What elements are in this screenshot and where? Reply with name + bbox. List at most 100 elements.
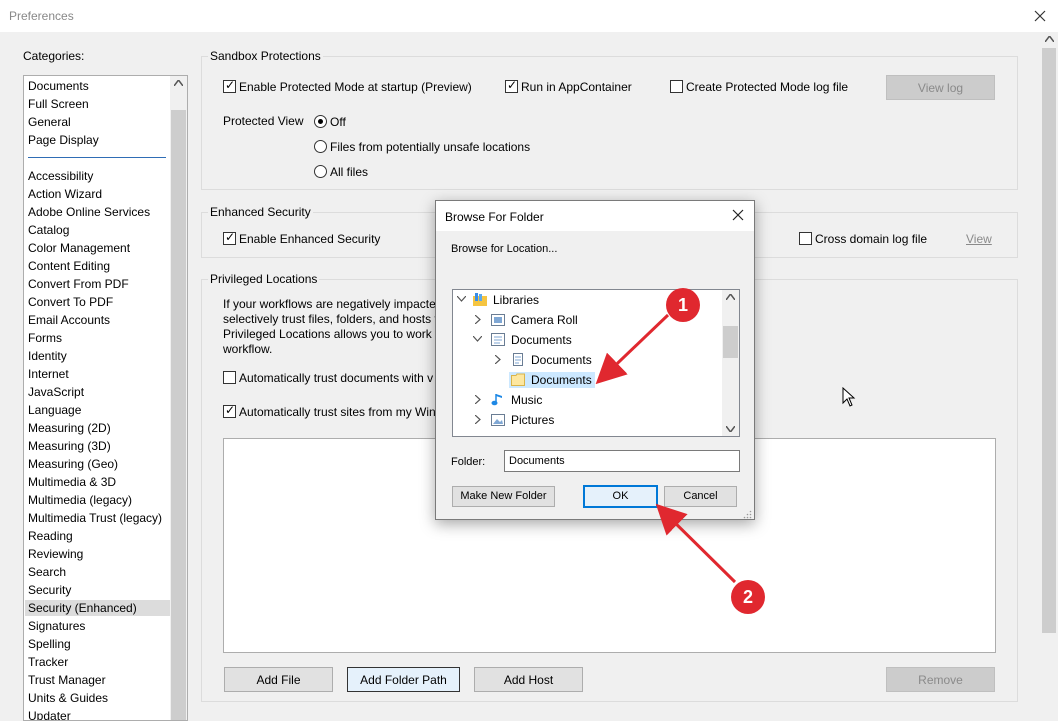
auto-trust-docs-checkbox[interactable]	[223, 371, 236, 384]
category-item[interactable]: General	[28, 114, 71, 130]
category-item[interactable]: Updater	[28, 708, 71, 720]
tree-item-libraries[interactable]: Libraries	[493, 292, 539, 308]
category-item[interactable]: Units & Guides	[28, 690, 108, 706]
chevron-right-icon[interactable]	[495, 355, 501, 364]
category-item[interactable]: Documents	[28, 78, 89, 94]
category-item[interactable]: Color Management	[28, 240, 130, 256]
categories-list[interactable]: Documents Full Screen General Page Displ…	[23, 75, 188, 721]
category-item[interactable]: Multimedia (legacy)	[28, 492, 132, 508]
category-item[interactable]: Reading	[28, 528, 73, 544]
tree-scroll-thumb[interactable]	[723, 326, 738, 358]
tree-item-camera-roll[interactable]: Camera Roll	[511, 312, 578, 328]
protected-mode-label: Enable Protected Mode at startup (Previe…	[239, 80, 472, 94]
category-item[interactable]: Spelling	[28, 636, 71, 652]
category-item[interactable]: Internet	[28, 366, 69, 382]
category-item[interactable]: Catalog	[28, 222, 69, 238]
make-new-folder-button[interactable]: Make New Folder	[452, 486, 555, 507]
pv-off-label: Off	[330, 115, 346, 129]
pv-all-label: All files	[330, 165, 369, 179]
dialog-title: Browse For Folder	[445, 210, 544, 224]
category-item[interactable]: Measuring (2D)	[28, 420, 111, 436]
category-item[interactable]: Security (Enhanced)	[25, 600, 171, 616]
add-host-button[interactable]: Add Host	[474, 667, 583, 692]
folder-input[interactable]	[504, 450, 740, 472]
pv-all-radio[interactable]	[314, 165, 327, 178]
category-item[interactable]: Accessibility	[28, 168, 93, 184]
pv-off-radio[interactable]	[314, 115, 327, 128]
category-item[interactable]: Adobe Online Services	[28, 204, 150, 220]
chevron-right-icon[interactable]	[475, 415, 481, 424]
privileged-description: If your workflows are negatively impacte…	[223, 297, 441, 357]
camera-roll-icon	[491, 314, 505, 326]
cross-domain-checkbox[interactable]	[799, 232, 812, 245]
categories-scroll-thumb[interactable]	[171, 110, 186, 720]
remove-button[interactable]: Remove	[886, 667, 995, 692]
cancel-button[interactable]: Cancel	[664, 486, 737, 507]
main-scroll-thumb[interactable]	[1042, 48, 1056, 633]
category-item[interactable]: Multimedia & 3D	[28, 474, 116, 490]
create-log-checkbox[interactable]	[670, 80, 683, 93]
callout-badge-2: 2	[731, 580, 765, 614]
tree-item-documents-sub[interactable]: Documents	[531, 352, 592, 368]
view-link[interactable]: View	[966, 232, 992, 246]
scroll-up-icon[interactable]	[726, 294, 735, 300]
sandbox-title: Sandbox Protections	[208, 49, 323, 63]
resize-grip-icon[interactable]	[743, 510, 752, 519]
tree-scrollbar[interactable]	[722, 290, 739, 436]
category-item[interactable]: Action Wizard	[28, 186, 102, 202]
appcontainer-checkbox[interactable]	[505, 78, 518, 93]
category-item[interactable]: Page Display	[28, 132, 99, 148]
category-item[interactable]: Measuring (3D)	[28, 438, 111, 454]
pv-unsafe-radio[interactable]	[314, 140, 327, 153]
category-item[interactable]: Security	[28, 582, 71, 598]
tree-item-documents[interactable]: Documents	[511, 332, 572, 348]
category-item[interactable]: Tracker	[28, 654, 68, 670]
enhanced-security-checkbox[interactable]	[223, 230, 236, 245]
description-line: workflow.	[223, 342, 273, 356]
category-item[interactable]: Content Editing	[28, 258, 110, 274]
privileged-title: Privileged Locations	[208, 272, 320, 286]
enhanced-security-label: Enable Enhanced Security	[239, 232, 381, 246]
protected-mode-checkbox[interactable]	[223, 78, 236, 93]
category-item[interactable]: Full Screen	[28, 96, 89, 112]
category-item[interactable]: Signatures	[28, 618, 85, 634]
category-item[interactable]: Trust Manager	[28, 672, 106, 688]
category-item[interactable]: Email Accounts	[28, 312, 110, 328]
scroll-down-icon[interactable]	[726, 426, 735, 432]
tree-item-pictures[interactable]: Pictures	[511, 412, 554, 428]
category-item[interactable]: Multimedia Trust (legacy)	[28, 510, 162, 526]
category-item[interactable]: Identity	[28, 348, 67, 364]
add-folder-path-button[interactable]: Add Folder Path	[347, 667, 460, 692]
category-item[interactable]: JavaScript	[28, 384, 84, 400]
auto-trust-sites-checkbox[interactable]	[223, 403, 236, 418]
scroll-up-icon[interactable]	[1045, 36, 1054, 42]
close-icon[interactable]	[1030, 6, 1050, 26]
chevron-right-icon[interactable]	[475, 395, 481, 404]
ok-button[interactable]: OK	[583, 485, 658, 508]
pv-unsafe-label: Files from potentially unsafe locations	[330, 140, 531, 154]
chevron-down-icon[interactable]	[473, 336, 482, 342]
category-item[interactable]: Convert To PDF	[28, 294, 113, 310]
browse-folder-dialog: Browse For Folder Browse for Location...…	[435, 200, 755, 520]
chevron-down-icon[interactable]	[457, 296, 466, 302]
dialog-close-icon[interactable]	[732, 209, 744, 221]
pictures-icon	[491, 414, 505, 426]
dialog-subtitle: Browse for Location...	[451, 243, 558, 255]
category-item[interactable]: Forms	[28, 330, 62, 346]
add-file-button[interactable]: Add File	[224, 667, 333, 692]
tree-item-music[interactable]: Music	[511, 392, 542, 408]
category-item[interactable]: Convert From PDF	[28, 276, 129, 292]
category-item[interactable]: Language	[28, 402, 81, 418]
documents-library-icon	[491, 333, 505, 346]
enhanced-title: Enhanced Security	[208, 205, 313, 219]
category-item[interactable]: Search	[28, 564, 66, 580]
category-item[interactable]: Measuring (Geo)	[28, 456, 118, 472]
auto-trust-docs-label: Automatically trust documents with v	[239, 371, 434, 385]
scroll-up-icon[interactable]	[174, 80, 183, 86]
category-item[interactable]: Reviewing	[28, 546, 83, 562]
view-log-button[interactable]: View log	[886, 75, 995, 100]
categories-scrollbar[interactable]	[170, 76, 187, 720]
chevron-right-icon[interactable]	[475, 315, 481, 324]
folder-icon	[511, 373, 525, 386]
auto-trust-sites-label: Automatically trust sites from my Win	[239, 405, 436, 419]
